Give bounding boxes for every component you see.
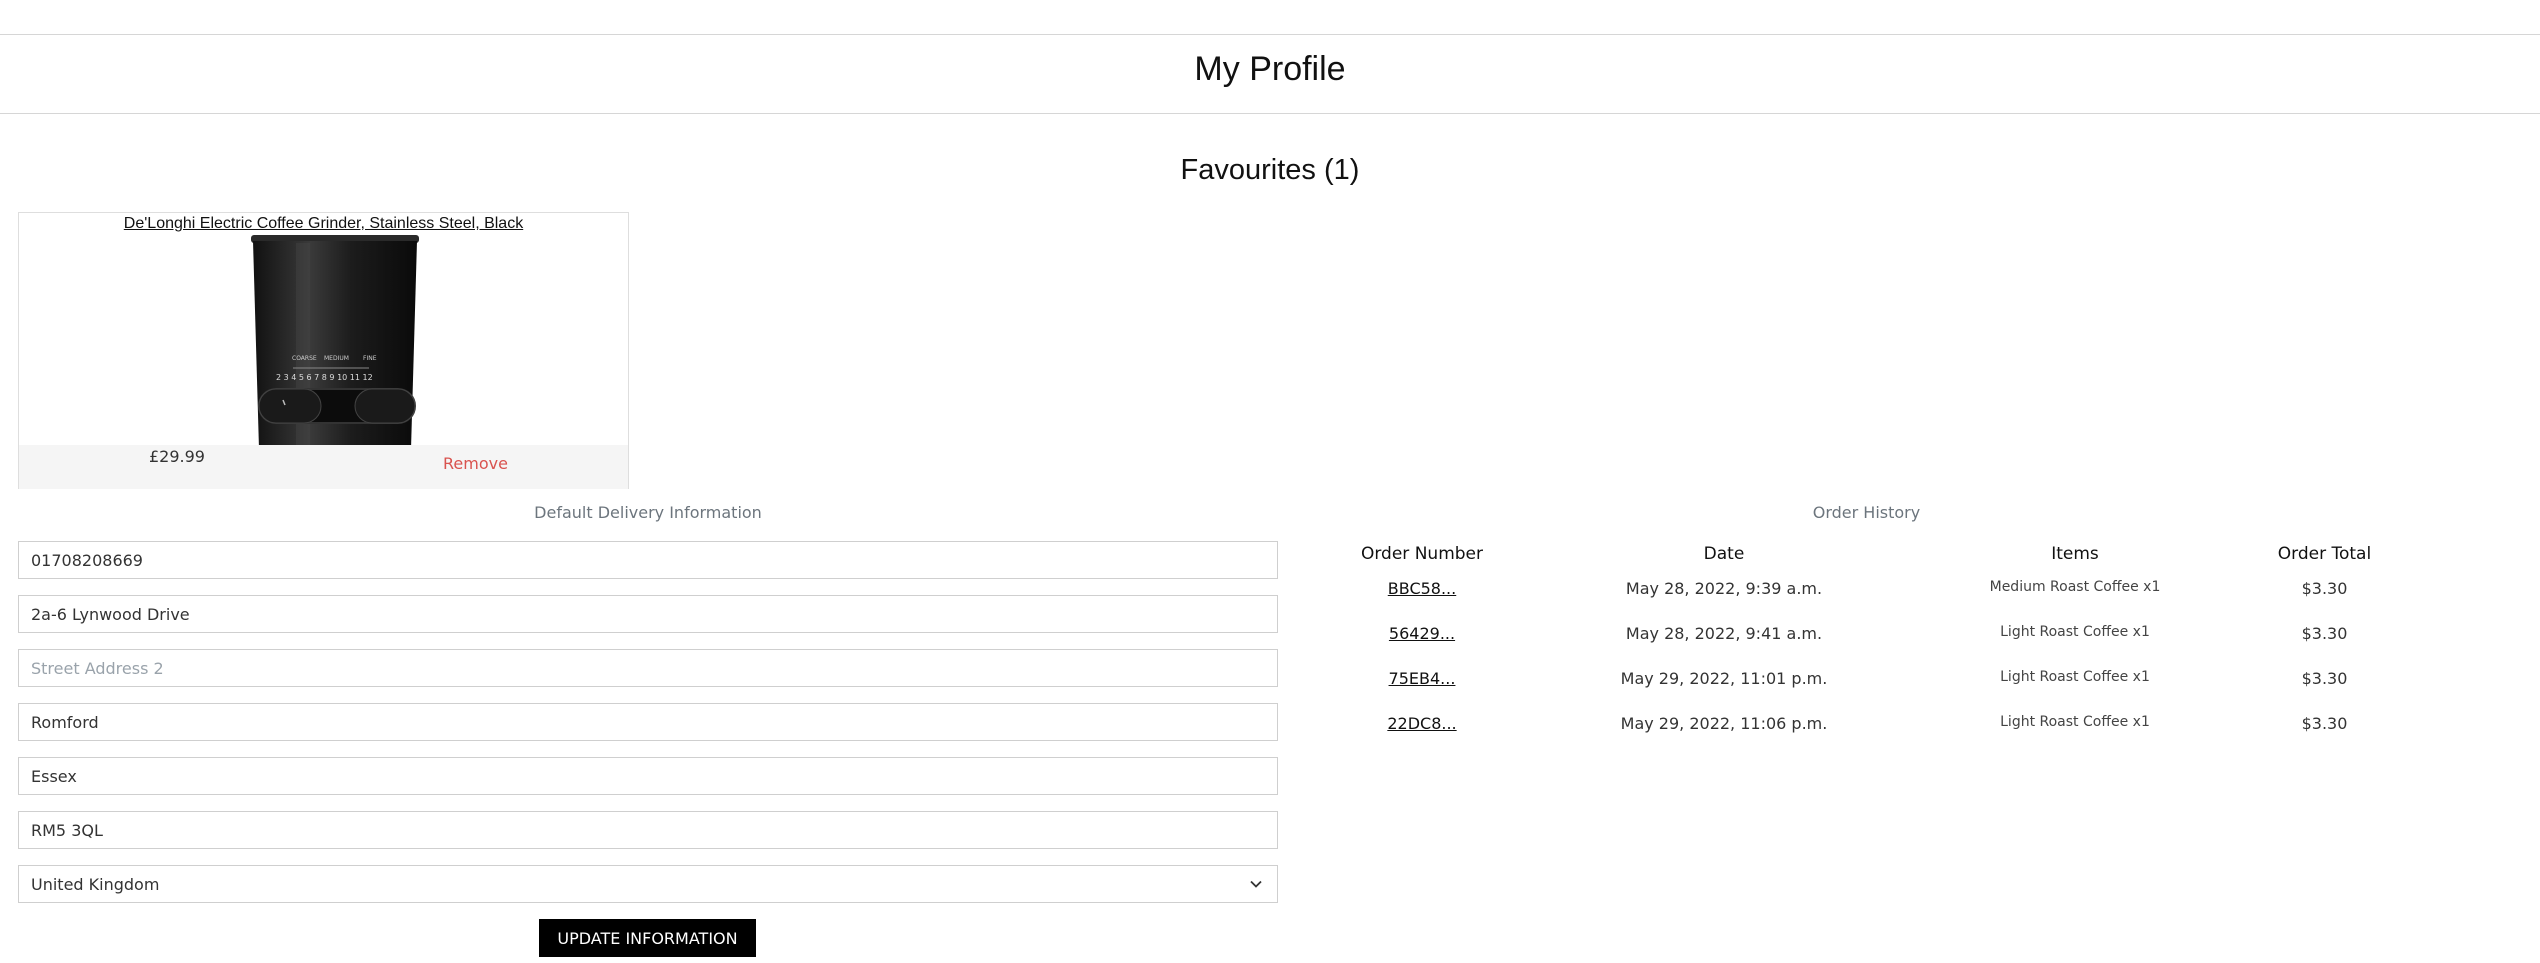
chevron-down-icon — [1250, 880, 1262, 888]
country-select-value: United Kingdom — [31, 875, 160, 894]
grinder-label-fine: FINE — [363, 355, 377, 362]
order-history-heading: Order History — [1812, 503, 1921, 522]
order-items: Light Roast Coffee x1 — [2000, 624, 2150, 640]
grinder-scale: 2 3 4 5 6 7 8 9 10 11 12 — [276, 373, 373, 382]
favourite-product-link[interactable]: De'Longhi Electric Coffee Grinder, Stain… — [19, 215, 628, 233]
order-date: May 28, 2022, 9:39 a.m. — [1625, 579, 1823, 598]
town-field[interactable] — [18, 703, 1278, 741]
order-number-link[interactable]: 56429... — [1315, 624, 1529, 643]
postcode-field[interactable] — [18, 811, 1278, 849]
order-total: $3.30 — [2301, 579, 2348, 598]
page-title: My Profile — [1194, 50, 1346, 88]
order-items: Medium Roast Coffee x1 — [1989, 579, 2161, 595]
order-date: May 29, 2022, 11:01 p.m. — [1620, 669, 1828, 688]
favourite-card: De'Longhi Electric Coffee Grinder, Stain… — [18, 212, 629, 489]
order-date: May 29, 2022, 11:06 p.m. — [1620, 714, 1828, 733]
order-total: $3.30 — [2301, 714, 2348, 733]
header-divider — [0, 113, 2540, 114]
county-field[interactable] — [18, 757, 1278, 795]
column-header-date: Date — [1703, 544, 1745, 564]
remove-favourite-button[interactable]: Remove — [443, 454, 508, 473]
street-address-1-field[interactable] — [18, 595, 1278, 633]
column-header-items: Items — [2051, 544, 2099, 564]
top-divider — [0, 34, 2540, 35]
delivery-heading: Default Delivery Information — [534, 503, 762, 522]
order-number-link[interactable]: BBC58... — [1315, 579, 1529, 598]
order-date: May 28, 2022, 9:41 a.m. — [1625, 624, 1823, 643]
street-address-2-field[interactable] — [18, 649, 1278, 687]
favourite-price: £29.99 — [149, 447, 205, 466]
order-total: $3.30 — [2301, 669, 2348, 688]
grinder-label-medium: MEDIUM — [324, 355, 349, 362]
order-items: Light Roast Coffee x1 — [2000, 669, 2150, 685]
column-header-order-total: Order Total — [2277, 544, 2372, 564]
column-header-order-number: Order Number — [1360, 544, 1483, 564]
country-select[interactable]: United Kingdom — [18, 865, 1278, 903]
order-number-link[interactable]: 22DC8... — [1315, 714, 1529, 733]
coffee-grinder-image[interactable]: COARSE MEDIUM FINE 2 3 4 5 6 7 8 9 10 11… — [231, 235, 439, 449]
grinder-label-coarse: COARSE — [292, 355, 317, 362]
phone-field[interactable] — [18, 541, 1278, 579]
order-total: $3.30 — [2301, 624, 2348, 643]
favourite-card-footer: £29.99 Remove — [19, 445, 628, 489]
favourites-heading: Favourites (1) — [1180, 154, 1360, 186]
update-information-button[interactable]: UPDATE INFORMATION — [539, 919, 756, 957]
order-items: Light Roast Coffee x1 — [2000, 714, 2150, 730]
order-number-link[interactable]: 75EB4... — [1315, 669, 1529, 688]
